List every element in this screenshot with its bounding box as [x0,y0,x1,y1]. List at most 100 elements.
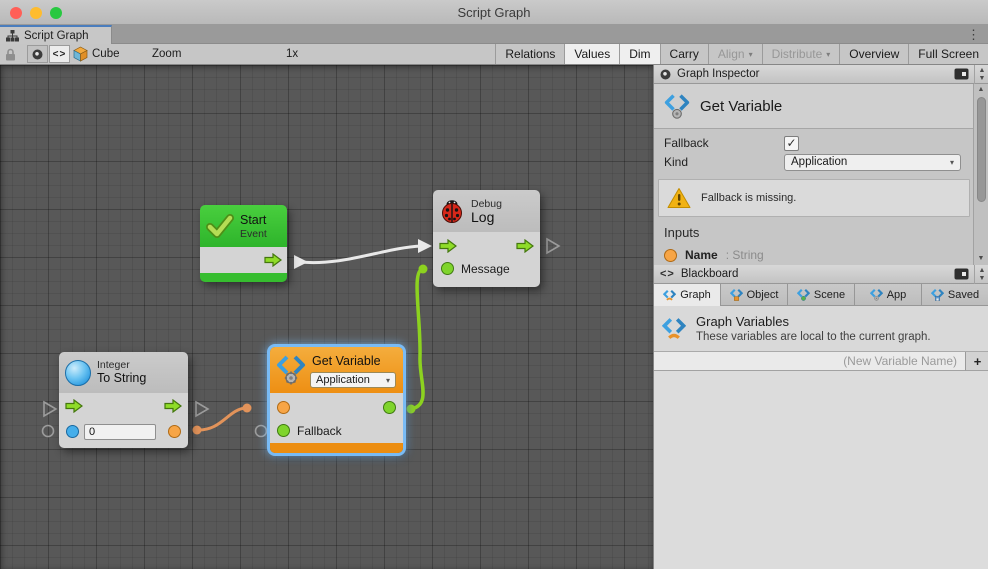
unconnected-circle-port[interactable] [256,426,267,437]
inspector-scrollbar[interactable]: ▲ ▼ [973,84,988,265]
input-name: Name [685,248,718,262]
warning-text: Fallback is missing. [701,192,796,204]
tab-saved-variables[interactable]: Saved [922,284,988,306]
down-arrow-icon[interactable]: ▼ [979,75,986,83]
value-output-port[interactable] [383,401,396,414]
panel-collapse-arrows[interactable]: ▲ ▼ [974,265,988,284]
section-description: These variables are local to the current… [696,331,931,343]
get-variable-node[interactable]: Get Variable Application ▾ Fallback [270,347,403,453]
unconnected-triangle-port[interactable] [44,402,56,416]
code-icon: <> [660,268,675,280]
fallback-checkbox[interactable]: ✓ [784,136,799,151]
distribute-dropdown-button[interactable]: Distribute▾ [762,44,840,64]
tab-bar: Script Graph ⋮ [0,25,988,44]
align-dropdown-button[interactable]: Align▾ [708,44,762,64]
overview-button[interactable]: Overview [839,44,908,64]
to-string-body [59,393,188,448]
fullscreen-button[interactable]: Full Screen [908,44,988,64]
debug-log-node[interactable]: Debug Log Message [433,190,540,287]
kind-dropdown[interactable]: Application ▾ [784,154,961,171]
tab-script-graph[interactable]: Script Graph [0,25,112,44]
tab-app-variables[interactable]: App [855,284,922,306]
values-button[interactable]: Values [564,44,619,64]
node-title: Start [240,213,267,228]
string-output-port[interactable] [168,425,181,438]
new-variable-row: + [654,352,988,371]
start-event-header: Start Event [200,205,287,247]
debug-log-body: Message [433,232,540,287]
tab-scene-variables[interactable]: Scene [788,284,855,306]
panel-title: Graph Inspector [677,68,759,80]
panel-collapse-arrows[interactable]: ▲ ▼ [974,65,988,84]
dim-button[interactable]: Dim [619,44,659,64]
orange-value-wire [197,408,246,430]
graph-inspector-header[interactable]: Graph Inspector ▲ ▼ [654,65,988,84]
tab-menu-kebab-icon[interactable]: ⋮ [967,27,980,43]
message-input-port[interactable] [441,262,454,275]
inspector-toggle-button[interactable] [27,45,48,63]
node-title: To String [97,371,146,386]
start-event-node[interactable]: Start Event [200,205,287,282]
graph-canvas[interactable]: Start Event [0,65,653,569]
new-variable-input[interactable] [654,352,965,371]
tab-object-variables[interactable]: Object [721,284,788,306]
variable-kind-dropdown[interactable]: Application ▾ [310,372,396,388]
control-output-port[interactable] [164,399,182,413]
scroll-up-icon[interactable]: ▲ [978,86,985,94]
check-icon: ✓ [786,137,796,149]
toolbar-button-group: Relations Values Dim Carry Align▾ Distri… [495,44,988,64]
control-input-port[interactable] [439,239,457,253]
wire-arrowhead [418,239,432,253]
get-variable-footer [270,443,403,453]
cube-object-icon [72,46,89,62]
saved-variables-icon [931,288,944,301]
inspector-circle-icon [32,49,43,60]
unconnected-triangle-port[interactable] [196,402,208,416]
plus-icon: + [974,354,982,369]
input-type: : String [726,248,764,262]
integer-to-string-node[interactable]: Integer To String [59,352,188,448]
node-title: Get Variable [312,354,381,369]
add-variable-button[interactable]: + [965,352,988,371]
warning-triangle-icon [667,187,691,209]
start-event-body [200,247,287,273]
fallback-label: Fallback [664,136,709,150]
kind-label: Kind [664,155,688,169]
control-output-port[interactable] [264,253,282,267]
control-output-port[interactable] [516,239,534,253]
to-string-value-input[interactable] [84,424,156,440]
code-view-button[interactable]: <> [49,45,70,63]
integer-input-port[interactable] [66,425,79,438]
inputs-heading: Inputs [664,225,699,240]
dock-box-icon[interactable] [954,268,969,280]
inspected-unit-header: Get Variable [654,84,973,129]
object-variables-icon [730,288,743,301]
down-arrow-icon[interactable]: ▼ [979,275,986,283]
variable-icon [664,90,690,122]
tab-graph-variables[interactable]: Graph [654,284,721,306]
wire-endpoint [193,426,202,435]
up-arrow-icon[interactable]: ▲ [979,267,986,275]
name-input-port[interactable] [277,401,290,414]
wire-endpoint [243,404,252,413]
scrollbar-thumb[interactable] [977,97,986,202]
control-input-port[interactable] [65,399,83,413]
fallback-input-port[interactable] [277,424,290,437]
port-label: Message [461,262,510,276]
blackboard-empty-area [654,371,988,569]
target-object-label[interactable]: Cube [92,48,120,60]
lock-icon[interactable] [5,48,16,61]
get-variable-body: Fallback [270,393,403,443]
carry-button[interactable]: Carry [660,44,708,64]
zoom-value: 1x [286,48,298,60]
dock-box-icon[interactable] [954,68,969,80]
kind-row: Kind Application ▾ [654,153,973,171]
variable-icon [276,351,306,387]
scroll-down-icon[interactable]: ▼ [978,255,985,263]
port-label: Fallback [297,424,342,438]
relations-button[interactable]: Relations [495,44,564,64]
unconnected-circle-port[interactable] [43,426,54,437]
unconnected-triangle-port[interactable] [547,239,559,253]
blackboard-header[interactable]: <> Blackboard ▲ ▼ [654,265,988,284]
up-arrow-icon[interactable]: ▲ [979,67,986,75]
